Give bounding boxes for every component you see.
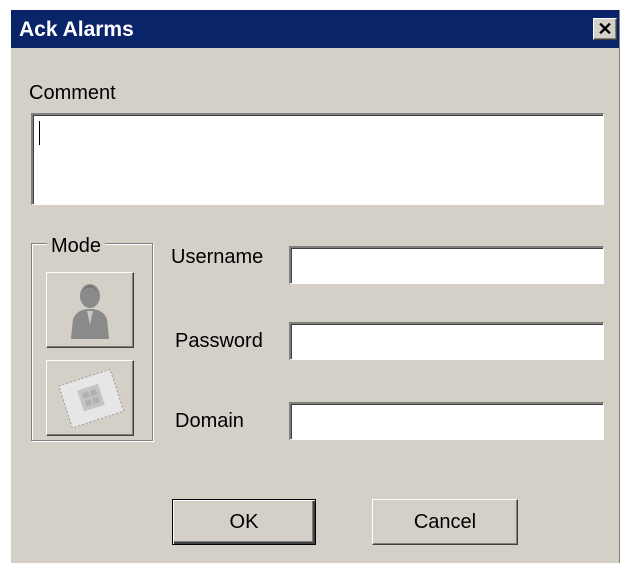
ack-alarms-dialog: Ack Alarms ✕ Comment Mode Username Passw… [10, 10, 620, 563]
comment-label: Comment [29, 82, 116, 104]
user-mode-button[interactable] [46, 272, 134, 348]
text-caret [39, 121, 40, 145]
title-bar[interactable]: Ack Alarms ✕ [11, 10, 619, 48]
cancel-button[interactable]: Cancel [372, 499, 518, 545]
smart-card-mode-button[interactable] [46, 360, 134, 436]
password-field[interactable] [289, 322, 604, 360]
domain-label: Domain [175, 410, 244, 432]
user-icon [71, 284, 109, 339]
smart-card-icon [58, 368, 125, 429]
close-icon: ✕ [597, 19, 613, 39]
close-button[interactable]: ✕ [593, 18, 617, 40]
mode-label: Mode [47, 235, 106, 258]
ok-button[interactable]: OK [172, 499, 316, 545]
username-field[interactable] [289, 246, 604, 284]
username-label: Username [171, 246, 264, 268]
cancel-label: Cancel [413, 510, 477, 533]
domain-field[interactable] [289, 402, 604, 440]
dialog-title: Ack Alarms [19, 18, 134, 41]
ok-label: OK [229, 510, 259, 533]
password-label: Password [175, 330, 263, 352]
comment-input[interactable] [31, 113, 604, 205]
